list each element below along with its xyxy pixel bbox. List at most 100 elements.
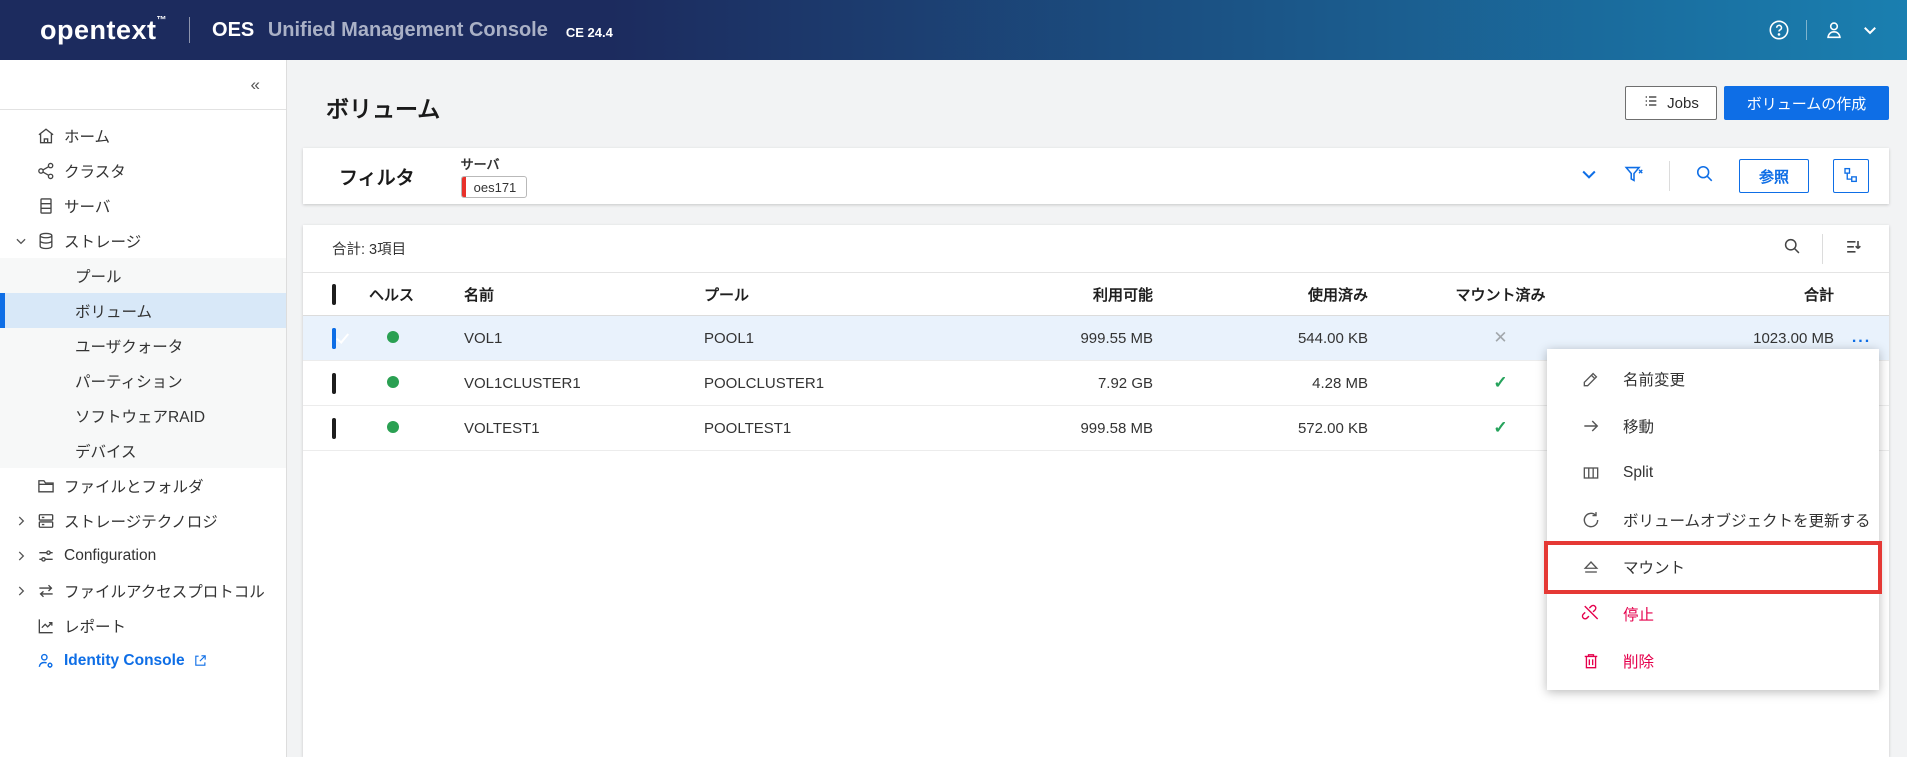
column-header-total[interactable]: 合計 [1633, 284, 1834, 305]
folder-icon [36, 476, 56, 496]
sidebar-item-reports[interactable]: レポート [0, 608, 286, 643]
filter-actions-divider [1669, 161, 1670, 191]
filter-label: フィルタ [339, 167, 415, 189]
pool-name: POOLTEST1 [704, 419, 792, 437]
sidebar-item-partition[interactable]: パーティション [0, 363, 286, 398]
select-all-checkbox[interactable] [332, 283, 336, 305]
sidebar-item-home[interactable]: ホーム [0, 118, 286, 153]
refresh-icon [1581, 510, 1601, 530]
table-tools-divider [1822, 233, 1823, 264]
search-icon[interactable] [1694, 163, 1715, 189]
sliders-icon [36, 546, 56, 566]
split-icon [1581, 463, 1601, 483]
table-toolbar: 合計: 3項目 [303, 225, 1889, 273]
sidebar-item-server[interactable]: サーバ [0, 188, 286, 223]
filter-collapse-chevron-icon[interactable] [1579, 164, 1599, 189]
sidebar-item-file-access-protocols[interactable]: ファイルアクセスプロトコル [0, 573, 286, 608]
mount-icon [1581, 557, 1601, 577]
sidebar-item-volume[interactable]: ボリューム [0, 293, 286, 328]
used-value: 544.00 KB [1297, 329, 1368, 347]
volume-name: VOL1CLUSTER1 [464, 374, 581, 392]
sidebar: « ホーム クラスタ サーバ ストレージ プール ボリューム ユーザクォータ パ… [0, 60, 287, 757]
server-icon [36, 196, 56, 216]
menu-item-update-volume-object[interactable]: ボリュームオブジェクトを更新する [1547, 496, 1879, 543]
row-checkbox[interactable] [332, 417, 336, 439]
page-title: ボリューム [326, 96, 441, 122]
jobs-button[interactable]: Jobs [1625, 86, 1717, 120]
sidebar-item-files-folders[interactable]: ファイルとフォルダ [0, 468, 286, 503]
sidebar-item-configuration[interactable]: Configuration [0, 538, 286, 573]
identity-user-gear-icon [36, 651, 56, 671]
filter-panel: フィルタ サーバ oes171 参照 [303, 148, 1889, 204]
chevron-right-icon [14, 584, 30, 598]
home-icon [36, 126, 56, 146]
used-value: 4.28 MB [1312, 374, 1368, 392]
used-value: 572.00 KB [1297, 419, 1368, 437]
menu-item-move[interactable]: 移動 [1547, 402, 1879, 449]
app-header: opentext™ OES Unified Management Console… [0, 0, 1907, 60]
column-settings-icon[interactable] [1843, 236, 1863, 261]
list-icon [1643, 93, 1659, 113]
clear-filter-icon[interactable] [1623, 163, 1645, 190]
sidebar-collapse-button[interactable]: « [0, 60, 286, 110]
row-checkbox[interactable] [332, 372, 336, 394]
row-context-menu: 名前変更 移動 Split ボリュームオブジェクトを更新する マウント 停止 削… [1544, 349, 1882, 690]
column-header-used[interactable]: 使用済み [1153, 284, 1368, 305]
dismount-icon [1581, 604, 1601, 624]
available-value: 999.58 MB [1080, 419, 1153, 437]
sidebar-item-storage[interactable]: ストレージ [0, 223, 286, 258]
sidebar-item-cluster[interactable]: クラスタ [0, 153, 286, 188]
menu-item-delete[interactable]: 削除 [1547, 637, 1879, 684]
tree-view-button[interactable] [1833, 159, 1869, 193]
storage-technology-icon [36, 511, 56, 531]
delete-icon [1581, 651, 1601, 671]
column-header-available[interactable]: 利用可能 [983, 284, 1153, 305]
column-header-pool[interactable]: プール [704, 284, 983, 305]
report-chart-icon [36, 616, 56, 636]
sidebar-item-pool[interactable]: プール [0, 258, 286, 293]
sidebar-item-identity-console[interactable]: Identity Console [0, 643, 286, 678]
table-summary: 合計: 3項目 [332, 242, 407, 258]
column-header-health[interactable]: ヘルス [369, 284, 464, 305]
header-icon-divider [1806, 20, 1807, 40]
help-icon[interactable] [1768, 19, 1790, 41]
column-header-mounted[interactable]: マウント済み [1368, 284, 1633, 305]
sidebar-item-software-raid[interactable]: ソフトウェアRAID [0, 398, 286, 433]
header-divider [189, 17, 191, 43]
user-menu-chevron-icon[interactable] [1861, 21, 1879, 39]
health-status-dot [387, 375, 399, 388]
table-header-row: ヘルス 名前 プール 利用可能 使用済み マウント済み 合計 [303, 273, 1889, 316]
menu-item-split[interactable]: Split [1547, 449, 1879, 496]
pool-name: POOLCLUSTER1 [704, 374, 825, 392]
menu-item-mount[interactable]: マウント [1547, 543, 1879, 590]
table-search-icon[interactable] [1782, 236, 1802, 261]
total-value: 1023.00 MB [1753, 329, 1834, 347]
menu-item-dismount[interactable]: 停止 [1547, 590, 1879, 637]
mounted-check-icon: ✓ [1493, 418, 1508, 437]
sidebar-item-user-quota[interactable]: ユーザクォータ [0, 328, 286, 363]
row-actions-menu-button[interactable]: ... [1852, 329, 1871, 346]
collapse-icon: « [250, 74, 260, 94]
row-checkbox[interactable] [332, 327, 336, 349]
browse-button[interactable]: 参照 [1739, 159, 1809, 193]
external-link-icon [193, 653, 208, 668]
create-volume-button[interactable]: ボリュームの作成 [1724, 86, 1889, 120]
move-icon [1581, 416, 1601, 436]
health-status-dot [387, 420, 399, 433]
server-filter-chip[interactable]: oes171 [460, 176, 528, 198]
product-title: OES Unified Management Console [212, 18, 548, 41]
server-filter-field: サーバ oes171 [460, 154, 528, 198]
sidebar-item-storage-technology[interactable]: ストレージテクノロジ [0, 503, 286, 538]
volume-name: VOL1 [464, 329, 503, 347]
column-header-name[interactable]: 名前 [464, 284, 704, 305]
chevron-down-icon [14, 234, 30, 248]
menu-item-rename[interactable]: 名前変更 [1547, 355, 1879, 402]
available-value: 7.92 GB [1097, 374, 1153, 392]
user-icon[interactable] [1823, 19, 1845, 41]
chevron-right-icon [14, 514, 30, 528]
available-value: 999.55 MB [1080, 329, 1153, 347]
storage-icon [36, 231, 56, 251]
tree-view-icon [1842, 166, 1860, 187]
sidebar-item-device[interactable]: デバイス [0, 433, 286, 468]
cluster-icon [36, 161, 56, 181]
